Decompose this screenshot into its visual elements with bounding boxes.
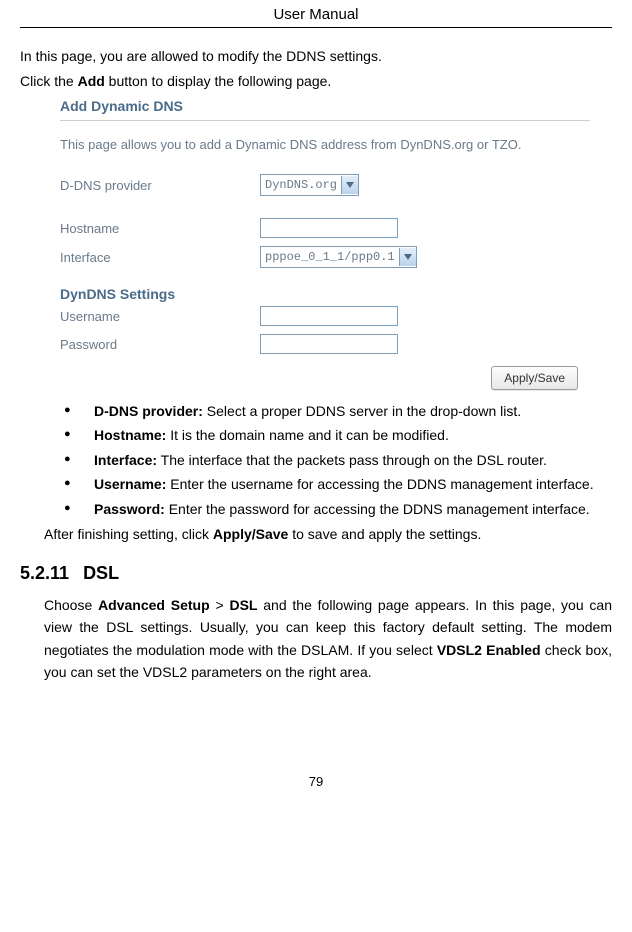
provider-select[interactable]: DynDNS.org [260, 174, 359, 196]
ss-button-row: Apply/Save [60, 366, 590, 390]
chevron-down-icon[interactable] [341, 176, 358, 194]
password-input[interactable] [260, 334, 398, 354]
provider-select-value: DynDNS.org [265, 178, 341, 192]
body-paragraph: Choose Advanced Setup > DSL and the foll… [44, 594, 612, 684]
ss-label-password: Password [60, 337, 260, 352]
hostname-input[interactable] [260, 218, 398, 238]
interface-select-value: pppoe_0_1_1/ppp0.1 [265, 250, 399, 264]
bullet-item: Hostname: It is the domain name and it c… [64, 424, 612, 446]
after-bullets: After finishing setting, click Apply/Sav… [44, 524, 612, 545]
page-number: 79 [20, 774, 612, 799]
ss-label-username: Username [60, 309, 260, 324]
ss-divider [60, 120, 590, 121]
bullet-item: Interface: The interface that the packet… [64, 449, 612, 471]
ss-title: Add Dynamic DNS [60, 98, 590, 114]
ss-row-hostname: Hostname [60, 218, 590, 238]
bullet-list: D-DNS provider: Select a proper DDNS ser… [20, 400, 612, 520]
section-heading: 5.2.11 DSL [20, 563, 612, 584]
ss-row-username: Username [60, 306, 590, 326]
bullet-item: D-DNS provider: Select a proper DDNS ser… [64, 400, 612, 422]
ss-label-interface: Interface [60, 250, 260, 265]
chevron-down-icon[interactable] [399, 248, 416, 266]
ss-label-provider: D-DNS provider [60, 178, 260, 193]
ss-row-password: Password [60, 334, 590, 354]
username-input[interactable] [260, 306, 398, 326]
ss-description: This page allows you to add a Dynamic DN… [60, 137, 590, 152]
intro-block: In this page, you are allowed to modify … [20, 46, 612, 92]
ss-row-provider: D-DNS provider DynDNS.org [60, 174, 590, 196]
ss-subtitle: DynDNS Settings [60, 286, 590, 302]
ss-row-interface: Interface pppoe_0_1_1/ppp0.1 [60, 246, 590, 268]
intro-line-1: In this page, you are allowed to modify … [20, 46, 612, 67]
page-header: User Manual [20, 0, 612, 28]
section-number: 5.2.11 [20, 563, 69, 583]
bullet-item: Username: Enter the username for accessi… [64, 473, 612, 495]
interface-select[interactable]: pppoe_0_1_1/ppp0.1 [260, 246, 417, 268]
apply-save-button[interactable]: Apply/Save [491, 366, 578, 390]
ddns-screenshot: Add Dynamic DNS This page allows you to … [60, 98, 590, 390]
ss-label-hostname: Hostname [60, 221, 260, 236]
intro-line-2: Click the Add button to display the foll… [20, 71, 612, 92]
section-title: DSL [83, 563, 119, 583]
bullet-item: Password: Enter the password for accessi… [64, 498, 612, 520]
